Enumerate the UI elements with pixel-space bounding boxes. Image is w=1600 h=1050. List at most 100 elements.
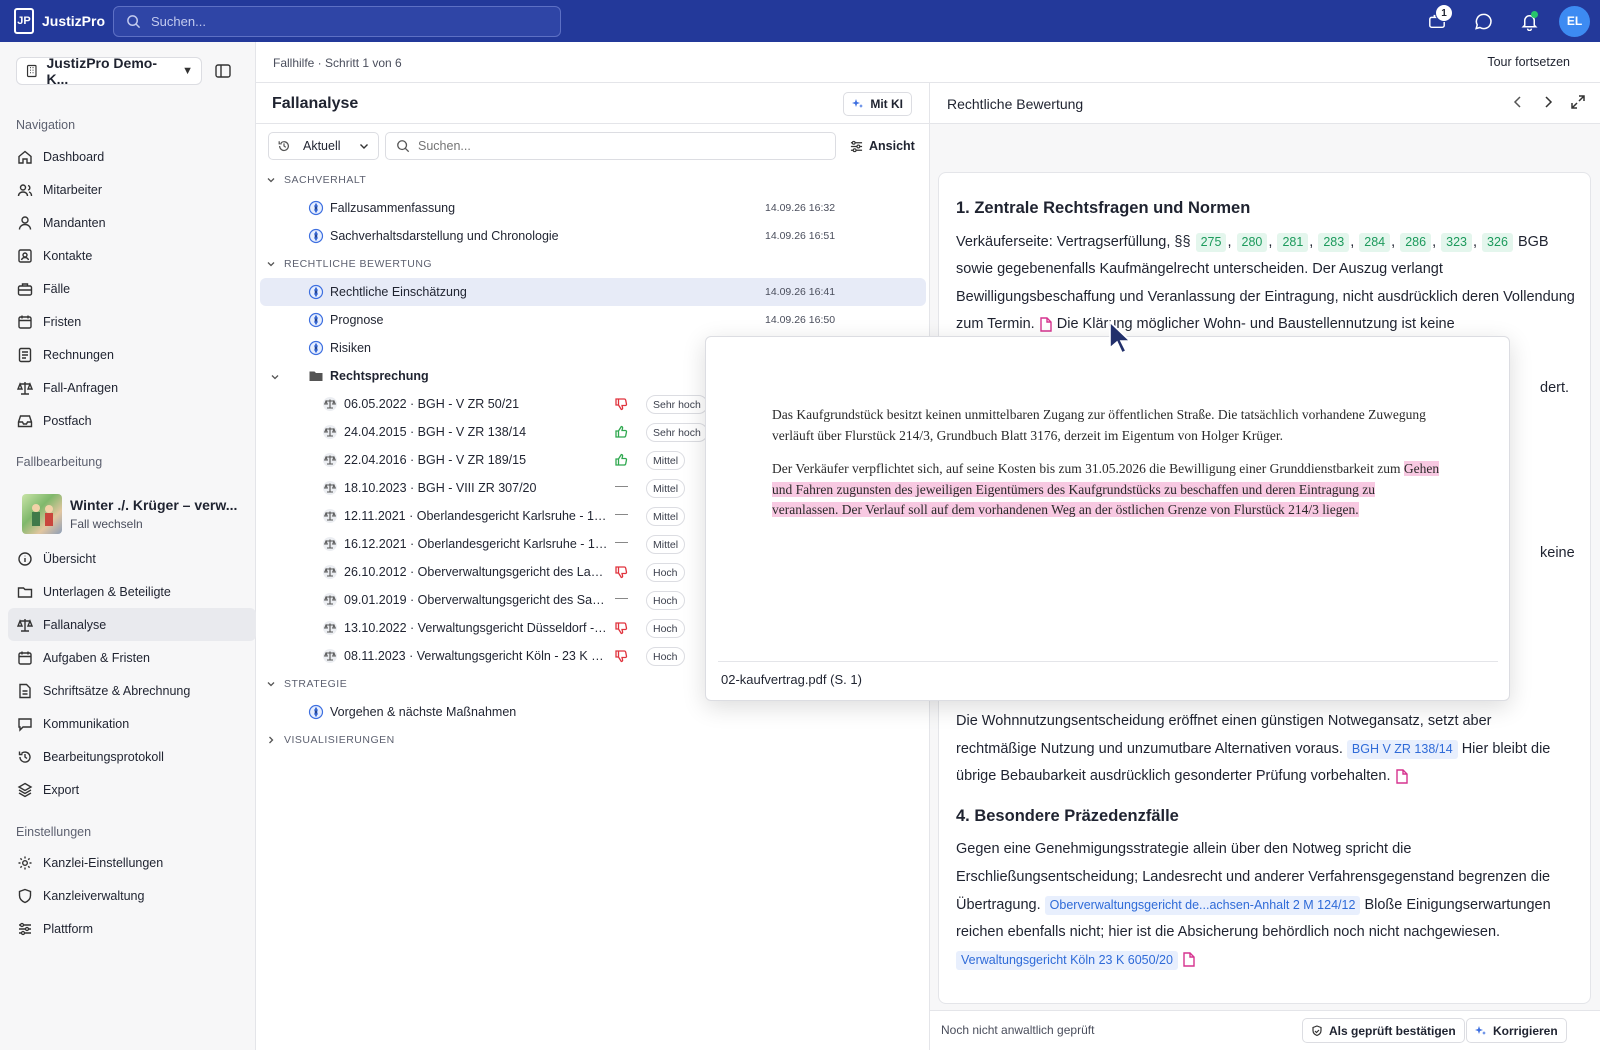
sidebar-item-rechnungen[interactable]: Rechnungen <box>8 338 256 371</box>
norm-badge[interactable]: 284 <box>1359 232 1391 252</box>
inbox-icon <box>17 414 33 427</box>
brand[interactable]: JP JustizPro <box>0 8 112 34</box>
sidebar-item-fälle[interactable]: Fälle <box>8 272 256 305</box>
sidebar-item-aufgaben-fristen[interactable]: Aufgaben & Fristen <box>8 641 256 674</box>
citation-link[interactable]: Verwaltungsgericht Köln 23 K 6050/20 <box>956 950 1178 970</box>
case-law-label: 26.10.2012 · Oberverwaltungsgericht des … <box>344 565 609 579</box>
sidebar-item-label: Bearbeitungsprotokoll <box>43 749 164 764</box>
sparkle-icon <box>1475 1025 1486 1035</box>
chevron-down-icon[interactable] <box>270 372 280 382</box>
chevron-down-icon[interactable] <box>266 679 276 689</box>
confirm-reviewed-button[interactable]: Als geprüft bestätigen <box>1302 1018 1465 1043</box>
search-icon <box>397 140 410 153</box>
norm-badge[interactable]: 275 <box>1195 232 1227 252</box>
sidebar-item-mitarbeiter[interactable]: Mitarbeiter <box>8 173 256 206</box>
source-file-name[interactable]: 02-kaufvertrag.pdf (S. 1) <box>721 672 862 687</box>
main-navigation: Dashboard Mitarbeiter Mandanten Kontakte… <box>8 140 256 437</box>
tree-item[interactable]: Fallzusammenfassung 14.09.26 16:32 <box>260 194 926 222</box>
messages-button[interactable] <box>1467 5 1499 37</box>
correct-button[interactable]: Korrigieren <box>1466 1018 1567 1043</box>
analysis-search-input[interactable] <box>418 139 818 153</box>
tree-item[interactable]: Rechtliche Einschätzung 14.09.26 16:41 <box>260 278 926 306</box>
case-section-title: Fallbearbeitung <box>16 455 103 469</box>
online-dot <box>1531 11 1538 18</box>
tenant-switcher[interactable]: JustizPro Demo-K... ▼ <box>16 55 202 87</box>
global-search[interactable] <box>113 6 561 37</box>
chevron-right-icon[interactable] <box>266 735 276 745</box>
switch-case-link[interactable]: Fall wechseln <box>70 517 250 531</box>
source-file-icon[interactable] <box>1395 769 1409 784</box>
case-thumbnail <box>22 494 62 534</box>
analysis-search[interactable] <box>385 132 836 160</box>
sidebar-item-label: Rechnungen <box>43 347 114 362</box>
tree-item-label: Risiken <box>330 341 371 355</box>
norm-badge[interactable]: 286 <box>1400 232 1432 252</box>
sidebar-item-label: Aufgaben & Fristen <box>43 650 151 665</box>
tree-group-rechtlich[interactable]: RECHTLICHE BEWERTUNG <box>260 250 926 278</box>
folder-icon <box>17 586 33 598</box>
mouse-cursor-icon <box>1109 320 1133 355</box>
sidebar-item-kanzleiverwaltung[interactable]: Kanzleiverwaltung <box>8 879 256 912</box>
previous-icon[interactable] <box>1510 94 1526 110</box>
sidebar-collapse-icon[interactable] <box>214 62 232 80</box>
sidebar-item-übersicht[interactable]: Übersicht <box>8 542 256 575</box>
version-filter-select[interactable]: Aktuell <box>268 132 379 160</box>
norm-badge[interactable]: 323 <box>1441 232 1472 252</box>
case-law-label: 22.04.2016 · BGH - V ZR 189/15 <box>344 453 527 467</box>
tree-group-visual[interactable]: VISUALISIERUNGEN <box>260 726 926 754</box>
ai-document-icon <box>308 228 324 244</box>
sidebar-item-export[interactable]: Export <box>8 773 256 806</box>
review-footer: Noch nicht anwaltlich geprüft Als geprüf… <box>930 1010 1600 1050</box>
tree-item[interactable]: Sachverhaltsdarstellung und Chronologie … <box>260 222 926 250</box>
neutral-indicator: — <box>615 478 628 493</box>
chevron-down-icon[interactable] <box>266 175 276 185</box>
tree-item[interactable]: Vorgehen & nächste Maßnahmen <box>260 698 926 726</box>
sidebar-item-kanzlei-einstellungen[interactable]: Kanzlei-Einstellungen <box>8 846 256 879</box>
norm-badge[interactable]: 281 <box>1277 232 1309 252</box>
next-icon[interactable] <box>1540 94 1556 110</box>
sidebar-item-dashboard[interactable]: Dashboard <box>8 140 256 173</box>
sidebar-item-unterlagen-beteiligte[interactable]: Unterlagen & Beteiligte <box>8 575 256 608</box>
sidebar-item-schriftsätze-abrechnung[interactable]: Schriftsätze & Abrechnung <box>8 674 256 707</box>
ai-button[interactable]: Mit KI <box>843 92 912 116</box>
current-case-title: Winter ./. Krüger – verw... <box>70 497 238 513</box>
current-case-card[interactable]: Winter ./. Krüger – verw... Fall wechsel… <box>22 490 254 538</box>
sidebar-item-fallanalyse[interactable]: Fallanalyse <box>8 608 256 641</box>
citation-link[interactable]: BGH V ZR 138/14 <box>1346 739 1458 759</box>
review-status: Noch nicht anwaltlich geprüft <box>941 1023 1095 1037</box>
sidebar-item-kommunikation[interactable]: Kommunikation <box>8 707 256 740</box>
norm-badge[interactable]: 326 <box>1482 232 1513 252</box>
tree-group-label: RECHTLICHE BEWERTUNG <box>284 258 433 270</box>
tree-group-sachverhalt[interactable]: SACHVERHALT <box>260 166 926 194</box>
notifications-button[interactable] <box>1513 5 1545 37</box>
sidebar-item-fall-anfragen[interactable]: Fall-Anfragen <box>8 371 256 404</box>
continue-tour-button[interactable]: Tour fortsetzen <box>1487 55 1570 69</box>
tree-item-label: Sachverhaltsdarstellung und Chronologie <box>330 229 559 243</box>
tree-item-label: Prognose <box>330 313 384 327</box>
tasks-button[interactable]: 1 <box>1421 4 1453 37</box>
sidebar-item-fristen[interactable]: Fristen <box>8 305 256 338</box>
paragraph-1-text-a: Verkäuferseite: Vertragserfüllung, §§ <box>956 233 1191 250</box>
sidebar-item-bearbeitungsprotokoll[interactable]: Bearbeitungsprotokoll <box>8 740 256 773</box>
source-file-icon[interactable] <box>1182 952 1196 968</box>
neutral-indicator: — <box>615 534 628 549</box>
shield-check-icon <box>1312 1024 1322 1036</box>
tree-item[interactable]: Prognose 14.09.26 16:50 <box>260 306 926 334</box>
sidebar-item-kontakte[interactable]: Kontakte <box>8 239 256 272</box>
tree-group-label: VISUALISIERUNGEN <box>284 734 395 746</box>
sidebar-item-mandanten[interactable]: Mandanten <box>8 206 256 239</box>
source-file-icon[interactable] <box>1039 317 1053 332</box>
user-avatar[interactable]: EL <box>1559 5 1590 37</box>
case-law-label: 24.04.2015 · BGH - V ZR 138/14 <box>344 425 527 439</box>
sidebar-item-plattform[interactable]: Plattform <box>8 912 256 945</box>
citation-link[interactable]: Oberverwaltungsgericht de...achsen-Anhal… <box>1044 895 1361 915</box>
chevron-down-icon[interactable] <box>266 259 276 269</box>
global-search-input[interactable] <box>151 14 531 29</box>
info-icon <box>18 551 32 566</box>
sidebar-item-postfach[interactable]: Postfach <box>8 404 256 437</box>
norm-badge[interactable]: 283 <box>1318 232 1350 252</box>
norm-badge[interactable]: 280 <box>1236 232 1268 252</box>
view-button[interactable]: Ansicht <box>842 132 923 160</box>
case-navigation: Übersicht Unterlagen & Beteiligte Fallan… <box>8 542 256 806</box>
expand-icon[interactable] <box>1570 94 1586 110</box>
